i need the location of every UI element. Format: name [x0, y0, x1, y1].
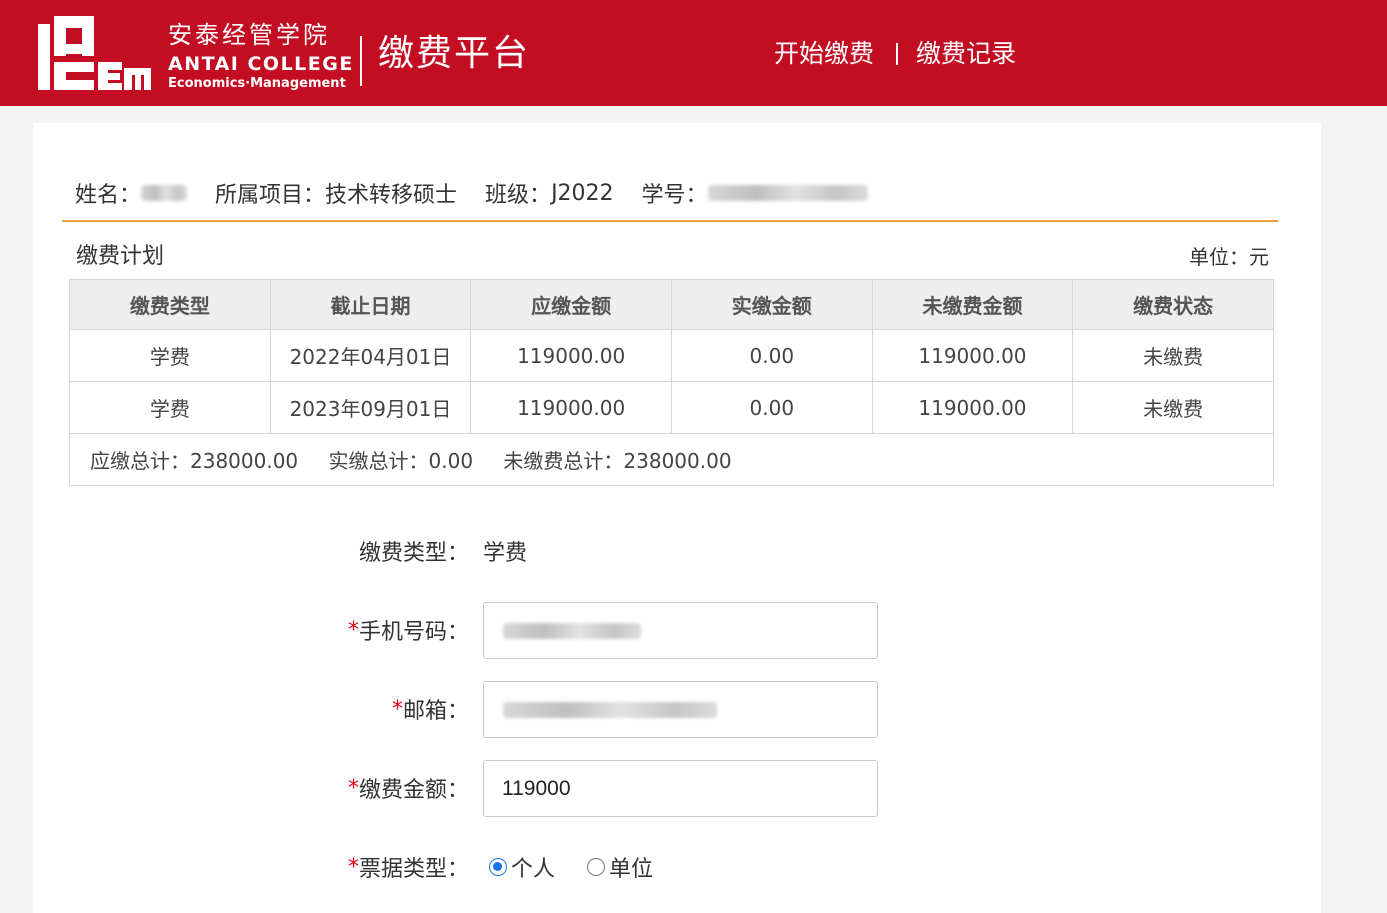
nav-separator — [896, 43, 899, 65]
unit-label: 单位：元 — [1189, 245, 1269, 269]
total-due-label: 应缴总计： — [90, 449, 190, 473]
radio-unchecked-icon[interactable] — [587, 858, 606, 876]
cell-paid-amount: 0.00 — [670, 329, 873, 382]
column-header: 截止日期 — [269, 279, 472, 330]
required-mark: * — [347, 617, 359, 643]
form-row-invoice-type: * 票据类型： 个人 单位 — [33, 839, 1321, 895]
fee-type-value: 学费 — [483, 541, 528, 566]
total-due-value: 238000.00 — [190, 449, 299, 473]
form-row-phone: * 手机号码： — [33, 602, 1321, 659]
nav-payment-records[interactable]: 缴费记录 — [916, 36, 1016, 72]
total-due: 应缴总计：238000.00 — [90, 449, 298, 473]
brand-text: 安泰经管学院 ANTAI COLLEGE Economics·Managemen… — [168, 20, 354, 92]
invoice-label-text: 票据类型： — [358, 857, 469, 882]
class-value: J2022 — [551, 180, 614, 206]
amount-input[interactable] — [483, 760, 878, 817]
invoice-type-radio-group: 个人 单位 — [489, 839, 685, 895]
table-header-row: 缴费类型 截止日期 应缴金额 实缴金额 未缴费金额 缴费状态 — [69, 279, 1274, 330]
form-row-fee-type: 缴费类型： 学费 — [33, 523, 1321, 579]
student-id-label: 学号： — [641, 183, 708, 208]
cell-due-amount: 119000.00 — [470, 329, 672, 382]
cell-paid-amount: 0.00 — [670, 381, 873, 434]
phone-label-text: 手机号码： — [358, 620, 469, 645]
cell-unpaid-amount: 119000.00 — [871, 381, 1074, 434]
form-row-amount: * 缴费金额： — [33, 760, 1321, 817]
total-unpaid-label: 未缴费总计： — [503, 449, 624, 473]
required-mark: * — [347, 854, 359, 880]
cell-fee-type: 学费 — [69, 381, 271, 434]
invoice-option-label: 个人 — [511, 857, 556, 882]
totals-row: 应缴总计：238000.00 实缴总计：0.00 未缴费总计：238000.00 — [69, 433, 1274, 486]
nav-start-payment[interactable]: 开始缴费 — [774, 36, 874, 72]
logo-divider — [360, 36, 362, 86]
cell-fee-type: 学费 — [69, 329, 271, 382]
student-name-label: 姓名： — [75, 183, 142, 208]
table-row: 学费 2022年04月01日 119000.00 0.00 119000.00 … — [69, 329, 1274, 382]
student-project: 所属项目： 技术转移硕士 — [215, 177, 457, 209]
column-header: 应缴金额 — [470, 279, 672, 330]
column-header: 缴费类型 — [69, 279, 271, 330]
project-value: 技术转移硕士 — [325, 183, 458, 208]
class-label: 班级： — [485, 183, 552, 208]
totals-cell: 应缴总计：238000.00 实缴总计：0.00 未缴费总计：238000.00 — [69, 433, 1274, 486]
required-mark: * — [347, 775, 359, 801]
redacted-phone — [503, 623, 641, 639]
total-unpaid: 未缴费总计：238000.00 — [503, 449, 731, 473]
brand-subtitle-en: Economics·Management — [168, 76, 346, 91]
cell-status: 未缴费 — [1072, 329, 1274, 382]
acem-logo-icon — [38, 16, 151, 90]
email-label: * 邮箱： — [392, 681, 469, 737]
column-header: 实缴金额 — [670, 279, 873, 330]
invoice-option-personal[interactable]: 个人 — [489, 851, 555, 883]
student-id: 学号： — [642, 177, 868, 209]
redacted-email — [503, 702, 717, 718]
table-row: 学费 2023年09月01日 119000.00 0.00 119000.00 … — [69, 381, 1274, 434]
column-header: 未缴费金额 — [871, 279, 1074, 330]
cell-unpaid-amount: 119000.00 — [871, 329, 1074, 382]
redacted-student-id — [707, 185, 868, 201]
total-paid-value: 0.00 — [428, 449, 474, 473]
plan-title: 缴费计划 — [76, 244, 165, 269]
radio-checked-icon[interactable] — [489, 858, 507, 876]
platform-title: 缴费平台 — [378, 33, 531, 74]
phone-label: * 手机号码： — [348, 602, 469, 658]
payment-card: 姓名： 所属项目： 技术转移硕士 班级： J2022 学号： 缴费计划 单位：元… — [33, 123, 1321, 913]
student-info: 姓名： 所属项目： 技术转移硕士 班级： J2022 学号： — [75, 175, 896, 211]
redacted-name — [141, 185, 188, 201]
info-divider — [62, 220, 1278, 222]
project-label: 所属项目： — [215, 183, 326, 208]
invoice-option-company[interactable]: 单位 — [587, 851, 653, 883]
payment-plan-table: 缴费类型 截止日期 应缴金额 实缴金额 未缴费金额 缴费状态 学费 2022年0… — [69, 279, 1274, 486]
top-nav: 开始缴费 缴费记录 — [774, 34, 1016, 74]
total-paid: 实缴总计：0.00 — [329, 449, 474, 473]
cell-due-amount: 119000.00 — [470, 381, 672, 434]
cell-deadline: 2023年09月01日 — [269, 381, 472, 434]
fee-type-label: 缴费类型： — [358, 541, 469, 566]
top-header: 安泰经管学院 ANTAI COLLEGE Economics·Managemen… — [0, 0, 1387, 106]
amount-label: * 缴费金额： — [348, 760, 469, 816]
invoice-type-label: * 票据类型： — [348, 839, 469, 895]
total-unpaid-value: 238000.00 — [623, 449, 732, 473]
required-mark: * — [391, 696, 403, 722]
student-name: 姓名： — [75, 177, 188, 209]
amount-label-text: 缴费金额： — [358, 778, 469, 803]
column-header: 缴费状态 — [1072, 279, 1274, 330]
brand-name-en: ANTAI COLLEGE — [168, 53, 354, 75]
invoice-option-label: 单位 — [609, 857, 654, 882]
cell-status: 未缴费 — [1072, 381, 1274, 434]
cell-deadline: 2022年04月01日 — [269, 329, 472, 382]
student-class: 班级： J2022 — [485, 177, 614, 209]
total-paid-label: 实缴总计： — [328, 449, 429, 473]
form-row-email: * 邮箱： — [33, 681, 1321, 738]
email-label-text: 邮箱： — [402, 699, 469, 724]
brand-name-cn: 安泰经管学院 — [168, 21, 330, 49]
